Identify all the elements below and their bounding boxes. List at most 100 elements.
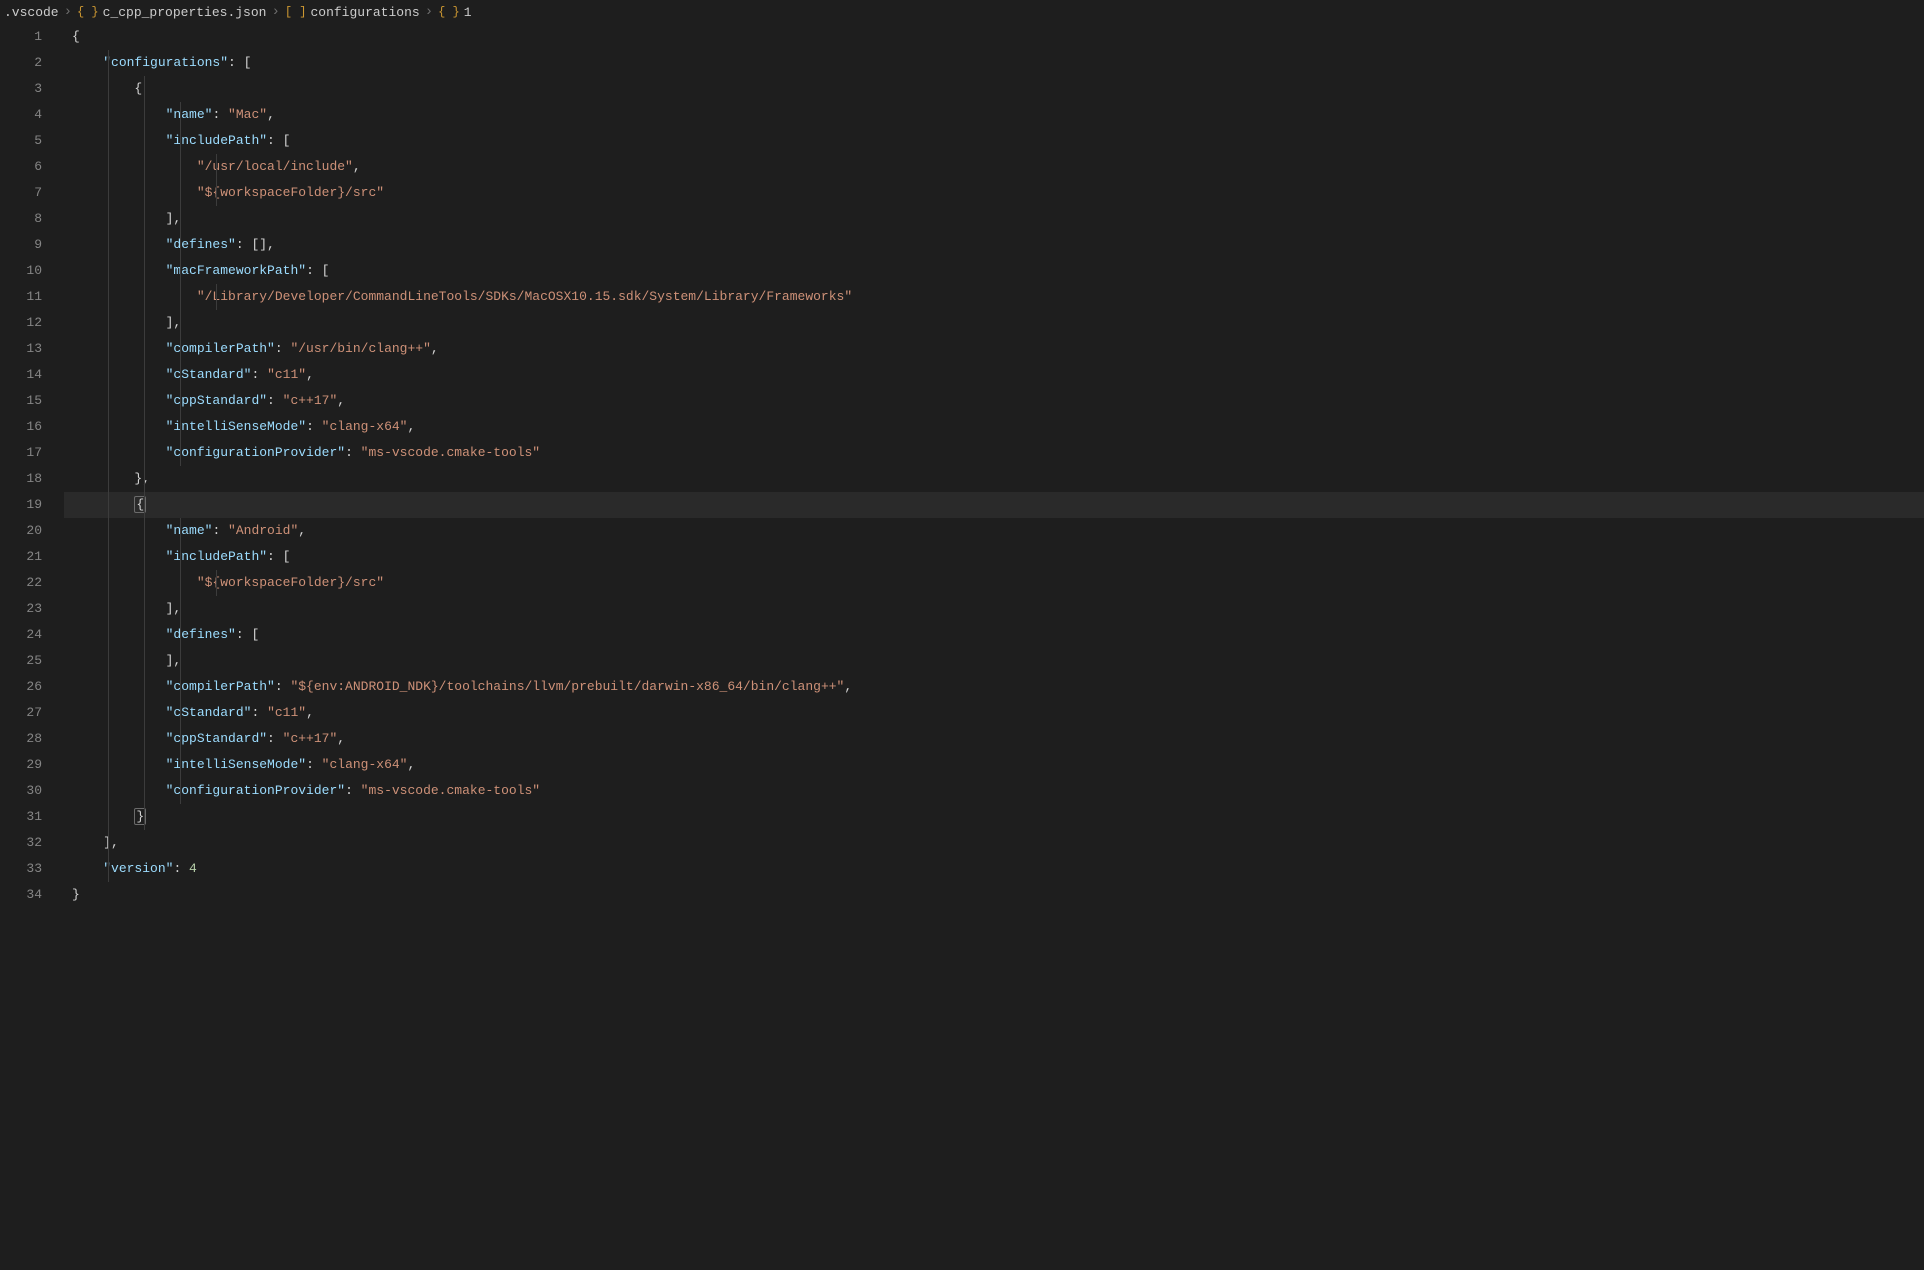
code-editor[interactable]: 1234567891011121314151617181920212223242…	[0, 24, 1924, 908]
code-area[interactable]: { "configurations": [ { "name": "Mac", "…	[64, 24, 1924, 908]
code-line[interactable]: "includePath": [	[64, 544, 1924, 570]
line-number: 13	[0, 336, 42, 362]
code-line[interactable]: "defines": [	[64, 622, 1924, 648]
line-number: 1	[0, 24, 42, 50]
chevron-right-icon: ›	[63, 4, 73, 20]
json-key: "compilerPath"	[166, 679, 275, 694]
breadcrumb-item-file[interactable]: { } c_cpp_properties.json	[77, 5, 266, 20]
json-key: "name"	[166, 107, 213, 122]
code-line[interactable]: "macFrameworkPath": [	[64, 258, 1924, 284]
json-string: "${workspaceFolder}/src"	[197, 185, 384, 200]
breadcrumb-label: .vscode	[4, 5, 59, 20]
line-number: 6	[0, 154, 42, 180]
code-line[interactable]: "cStandard": "c11",	[64, 362, 1924, 388]
punctuation: :	[267, 393, 283, 408]
punctuation: :	[267, 731, 283, 746]
line-number: 29	[0, 752, 42, 778]
code-line[interactable]: "configurationProvider": "ms-vscode.cmak…	[64, 440, 1924, 466]
json-string: "clang-x64"	[322, 757, 408, 772]
chevron-right-icon: ›	[424, 4, 434, 20]
code-line[interactable]: ],	[64, 648, 1924, 674]
code-line[interactable]: {	[64, 76, 1924, 102]
json-string: "ms-vscode.cmake-tools"	[361, 783, 540, 798]
code-line[interactable]: ],	[64, 310, 1924, 336]
json-number: 4	[189, 861, 197, 876]
code-line[interactable]: "compilerPath": "${env:ANDROID_NDK}/tool…	[64, 674, 1924, 700]
code-line[interactable]: "cppStandard": "c++17",	[64, 388, 1924, 414]
json-string: "c++17"	[283, 731, 338, 746]
line-number: 8	[0, 206, 42, 232]
line-number: 27	[0, 700, 42, 726]
json-key: "configurations"	[103, 55, 228, 70]
breadcrumb-item-folder[interactable]: .vscode	[4, 5, 59, 20]
line-number: 34	[0, 882, 42, 908]
punctuation: : [	[306, 263, 329, 278]
json-string: "/usr/bin/clang++"	[290, 341, 430, 356]
code-line[interactable]: "cStandard": "c11",	[64, 700, 1924, 726]
code-line[interactable]: "compilerPath": "/usr/bin/clang++",	[64, 336, 1924, 362]
punctuation: ,	[844, 679, 852, 694]
line-number: 16	[0, 414, 42, 440]
line-number: 12	[0, 310, 42, 336]
json-array-icon: [ ]	[285, 5, 307, 19]
code-line[interactable]: "${workspaceFolder}/src"	[64, 180, 1924, 206]
code-line[interactable]: "${workspaceFolder}/src"	[64, 570, 1924, 596]
json-key: "configurationProvider"	[166, 783, 345, 798]
punctuation: ,	[306, 705, 314, 720]
line-number: 24	[0, 622, 42, 648]
code-line[interactable]: "defines": [],	[64, 232, 1924, 258]
line-number: 3	[0, 76, 42, 102]
code-line[interactable]: {	[64, 24, 1924, 50]
json-string: "/usr/local/include"	[197, 159, 353, 174]
punctuation: ],	[166, 601, 182, 616]
breadcrumb-label: 1	[464, 5, 472, 20]
code-line[interactable]: ],	[64, 206, 1924, 232]
line-number: 4	[0, 102, 42, 128]
code-line[interactable]: "name": "Android",	[64, 518, 1924, 544]
line-number: 14	[0, 362, 42, 388]
code-line[interactable]: {	[64, 492, 1924, 518]
breadcrumb-item-index[interactable]: { } 1	[438, 5, 471, 20]
json-string: "ms-vscode.cmake-tools"	[361, 445, 540, 460]
line-number: 5	[0, 128, 42, 154]
punctuation: : [	[228, 55, 251, 70]
punctuation: :	[345, 783, 361, 798]
code-line[interactable]: ],	[64, 830, 1924, 856]
code-line[interactable]: ],	[64, 596, 1924, 622]
punctuation: },	[134, 471, 150, 486]
json-key: "version"	[103, 861, 173, 876]
code-line[interactable]: "intelliSenseMode": "clang-x64",	[64, 752, 1924, 778]
code-line[interactable]: "configurations": [	[64, 50, 1924, 76]
punctuation: :	[275, 341, 291, 356]
code-line[interactable]: "version": 4	[64, 856, 1924, 882]
line-number: 33	[0, 856, 42, 882]
line-number: 22	[0, 570, 42, 596]
punctuation: ,	[306, 367, 314, 382]
json-key: "compilerPath"	[166, 341, 275, 356]
line-number: 32	[0, 830, 42, 856]
line-number: 21	[0, 544, 42, 570]
code-line[interactable]: "name": "Mac",	[64, 102, 1924, 128]
breadcrumb-item-array[interactable]: [ ] configurations	[285, 5, 420, 20]
line-number: 11	[0, 284, 42, 310]
punctuation: {	[134, 81, 142, 96]
punctuation: : [],	[236, 237, 275, 252]
code-line[interactable]: "cppStandard": "c++17",	[64, 726, 1924, 752]
code-line[interactable]: "configurationProvider": "ms-vscode.cmak…	[64, 778, 1924, 804]
code-line[interactable]: "includePath": [	[64, 128, 1924, 154]
code-line[interactable]: }	[64, 804, 1924, 830]
breadcrumb-label: c_cpp_properties.json	[103, 5, 267, 20]
line-number: 19	[0, 492, 42, 518]
punctuation: ,	[337, 393, 345, 408]
punctuation: :	[306, 757, 322, 772]
breadcrumb: .vscode › { } c_cpp_properties.json › [ …	[0, 0, 1924, 24]
code-line[interactable]: }	[64, 882, 1924, 908]
line-number: 17	[0, 440, 42, 466]
punctuation: :	[275, 679, 291, 694]
code-line[interactable]: },	[64, 466, 1924, 492]
code-line[interactable]: "/usr/local/include",	[64, 154, 1924, 180]
code-line[interactable]: "/Library/Developer/CommandLineTools/SDK…	[64, 284, 1924, 310]
code-line[interactable]: "intelliSenseMode": "clang-x64",	[64, 414, 1924, 440]
json-key: "intelliSenseMode"	[166, 419, 306, 434]
json-string: "Mac"	[228, 107, 267, 122]
